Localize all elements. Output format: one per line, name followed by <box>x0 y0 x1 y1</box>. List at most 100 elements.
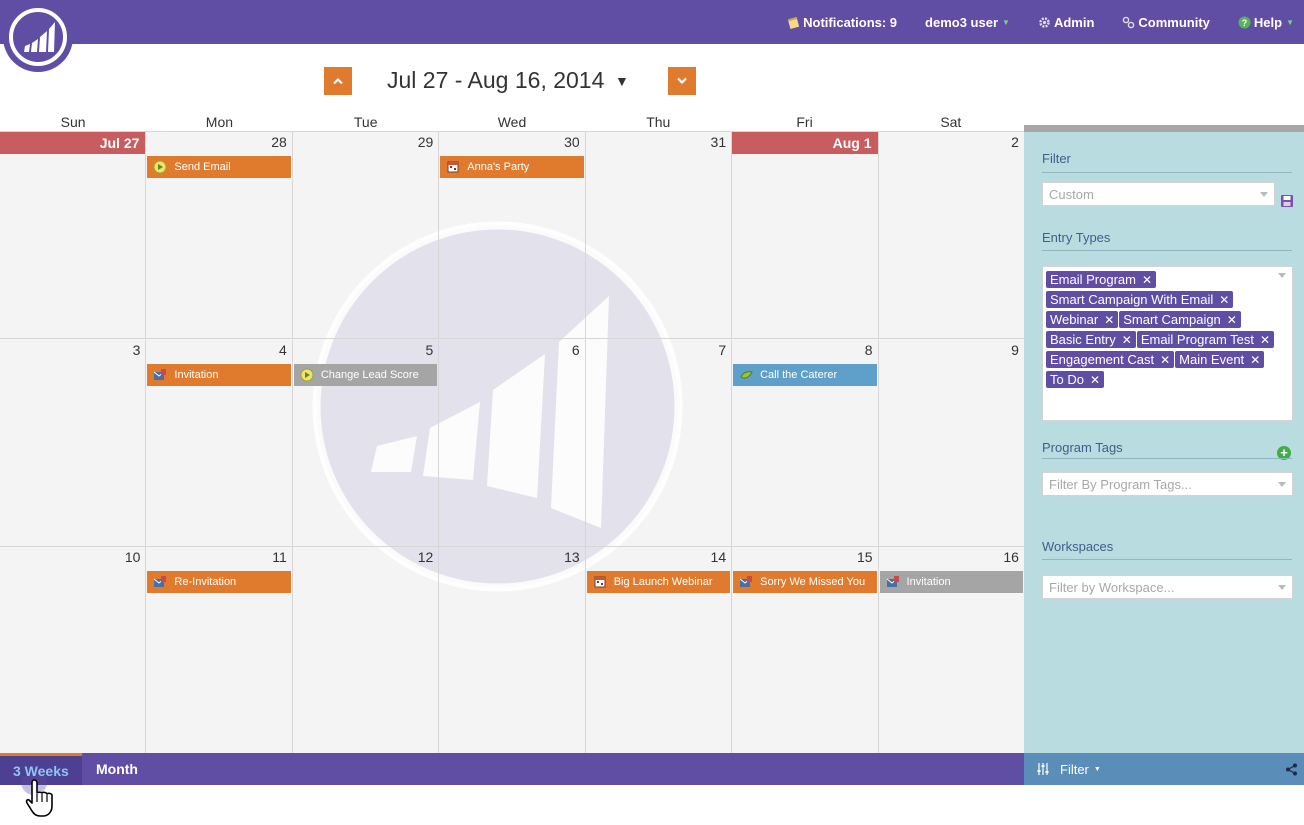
admin-link[interactable]: Admin <box>1038 15 1094 30</box>
calendar-event[interactable]: Invitation <box>147 363 291 386</box>
community-icon <box>1123 16 1135 28</box>
tab-3-weeks[interactable]: 3 Weeks <box>0 753 82 785</box>
date-navigation: Jul 27 - Aug 16, 2014 ▼ <box>0 44 1024 114</box>
remove-chip-icon[interactable]: ✕ <box>1160 353 1170 367</box>
day-number: 10 <box>124 549 141 565</box>
entry-type-chips: Email Program ✕ Smart Campaign With Email ✕… <box>1046 270 1289 390</box>
calendar-day-cell[interactable]: 12 <box>293 547 440 753</box>
day-number: 5 <box>425 341 434 358</box>
remove-chip-icon[interactable]: ✕ <box>1122 333 1132 347</box>
calendar-event[interactable]: Re-Invitation <box>147 571 291 593</box>
calendar-event[interactable]: Send Email <box>147 156 291 178</box>
calendar-day-cell[interactable]: 2 <box>878 132 1024 339</box>
help-icon: ? <box>1238 16 1251 28</box>
calendar-day-cell[interactable]: Jul 27 <box>0 132 147 339</box>
entry-type-chip: Smart Campaign ✕ <box>1119 311 1241 328</box>
entry-type-chip: Email Program ✕ <box>1046 271 1157 288</box>
calendar-event[interactable]: Anna's Party <box>440 156 584 178</box>
event-title: Sorry We Missed You <box>760 576 866 588</box>
day-number: 6 <box>571 341 580 358</box>
calendar-week: 3 4 Invitation 5 Change Lead Score 6 7 8 Call th… <box>0 339 1024 547</box>
smart-campaign-icon <box>153 160 167 174</box>
divider <box>1042 250 1292 251</box>
entry-type-chip: To Do ✕ <box>1046 371 1105 388</box>
filter-select[interactable]: Custom <box>1042 182 1275 206</box>
tab-month-label: Month <box>96 761 138 777</box>
calendar-day-cell[interactable]: 15 Sorry We Missed You <box>732 547 879 753</box>
day-number: 9 <box>1011 341 1019 358</box>
calendar-day-cell[interactable]: 6 <box>439 339 586 547</box>
event-title: Big Launch Webinar <box>613 576 713 588</box>
day-number: 29 <box>417 134 434 150</box>
chevron-down-icon: ▼ <box>1002 17 1010 27</box>
filter-sidebar: Filter Custom Entry Types Email Program ✕… <box>1024 125 1304 753</box>
top-nav: Notifications: 9 demo3 user ▼ Admin Comm… <box>787 0 1304 44</box>
day-number: 31 <box>710 134 727 150</box>
entry-type-chip: Main Event ✕ <box>1175 351 1265 368</box>
day-number: Aug 1 <box>732 132 878 154</box>
calendar-event[interactable]: Invitation <box>879 571 1023 593</box>
remove-chip-icon[interactable]: ✕ <box>1260 333 1270 347</box>
entry-type-chip-label: Webinar <box>1050 312 1099 327</box>
day-number: 30 <box>564 134 580 150</box>
calendar-day-cell[interactable]: 28 Send Email <box>146 132 293 339</box>
remove-chip-icon[interactable]: ✕ <box>1219 293 1229 307</box>
calendar-day-cell[interactable]: 31 <box>585 132 733 339</box>
calendar-day-cell[interactable]: 14 Big Launch Webinar <box>586 547 733 753</box>
save-icon[interactable] <box>1280 194 1294 208</box>
previous-period-button[interactable] <box>324 67 352 95</box>
calendar-day-cell[interactable]: 8 Call the Caterer <box>732 339 879 547</box>
remove-chip-icon[interactable]: ✕ <box>1250 353 1260 367</box>
calendar-event[interactable]: Change Lead Score <box>293 363 438 386</box>
event-title: Send Email <box>174 161 231 173</box>
calendar-day-cell[interactable]: Aug 1 <box>732 132 879 339</box>
calendar-day-cell[interactable]: 3 <box>0 339 147 547</box>
remove-chip-icon[interactable]: ✕ <box>1104 313 1114 327</box>
community-link[interactable]: Community <box>1122 15 1210 30</box>
smart-campaign-icon <box>300 368 314 381</box>
remove-chip-icon[interactable]: ✕ <box>1227 313 1237 327</box>
day-header: Tue <box>353 114 378 130</box>
user-menu[interactable]: demo3 user ▼ <box>925 15 1010 30</box>
workspaces-title: Workspaces <box>1042 539 1114 554</box>
todo-icon <box>740 370 753 379</box>
date-range-dropdown-icon[interactable]: ▼ <box>615 73 629 89</box>
workspaces-select[interactable]: Filter by Workspace... <box>1042 575 1293 599</box>
calendar-day-cell[interactable]: 13 <box>439 547 586 753</box>
remove-chip-icon[interactable]: ✕ <box>1090 373 1100 387</box>
calendar-event[interactable]: Big Launch Webinar <box>586 571 731 593</box>
tab-month[interactable]: Month <box>83 753 151 785</box>
day-number: 11 <box>272 549 287 565</box>
calendar-event[interactable]: Call the Caterer <box>733 363 877 386</box>
chevron-down-icon <box>677 77 687 85</box>
divider <box>1042 172 1292 173</box>
calendar-day-cell[interactable]: 11 Re-Invitation <box>146 547 293 753</box>
calendar-day-cell[interactable]: 29 <box>292 132 440 339</box>
chevron-down-icon: ▼ <box>1093 765 1101 773</box>
next-period-button[interactable] <box>668 67 696 95</box>
community-label: Community <box>1138 14 1210 30</box>
filter-toggle-button[interactable]: Filter ▼ <box>1036 753 1101 785</box>
calendar-event[interactable]: Sorry We Missed You <box>733 571 877 593</box>
remove-chip-icon[interactable]: ✕ <box>1142 273 1152 287</box>
help-label: Help <box>1253 14 1283 30</box>
entry-types-multiselect[interactable]: Email Program ✕ Smart Campaign With Email ✕… <box>1042 266 1293 421</box>
entry-type-chip-label: Email Program Test <box>1140 332 1254 347</box>
calendar-day-cell[interactable]: 10 <box>0 547 147 753</box>
help-link[interactable]: ? Help ▼ <box>1238 15 1294 30</box>
marketo-logo[interactable] <box>3 2 73 72</box>
calendar-day-cell[interactable]: 5 Change Lead Score <box>292 339 440 547</box>
share-icon[interactable] <box>1285 763 1298 776</box>
entry-type-chip-label: Smart Campaign <box>1123 312 1221 327</box>
program-tags-select[interactable]: Filter By Program Tags... <box>1042 472 1293 496</box>
notifications-link[interactable]: Notifications: 9 <box>787 15 897 30</box>
calendar-day-cell[interactable]: 9 <box>878 340 1024 547</box>
day-header: Wed <box>497 114 527 130</box>
entry-type-chip-label: To Do <box>1050 372 1084 387</box>
calendar-day-cell[interactable]: 4 Invitation <box>146 339 293 547</box>
entry-type-chip-label: Basic Entry <box>1050 332 1116 347</box>
calendar-day-cell[interactable]: 16 Invitation <box>879 547 1024 753</box>
calendar-day-cell[interactable]: 30 Anna's Party <box>439 132 586 339</box>
calendar-day-cell[interactable]: 7 <box>585 339 733 547</box>
event-title: Anna's Party <box>467 161 530 173</box>
